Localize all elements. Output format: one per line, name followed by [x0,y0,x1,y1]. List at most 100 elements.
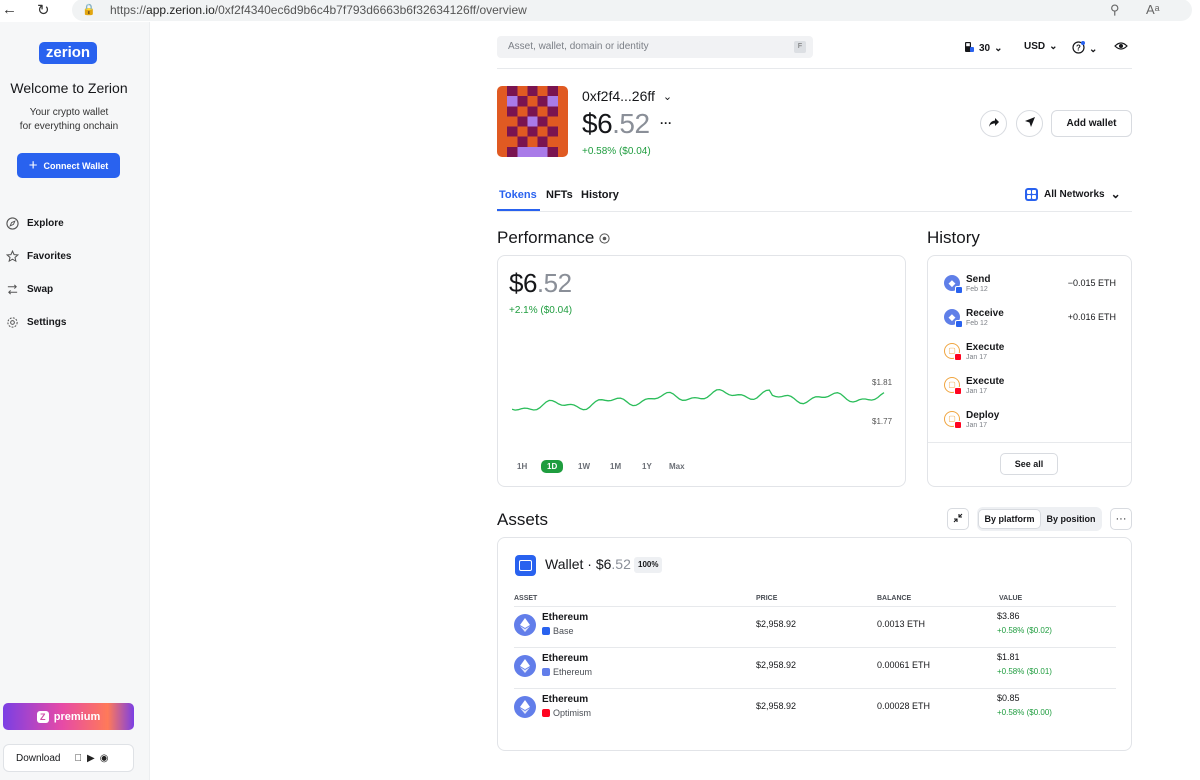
history-date: Feb 12 [966,320,988,327]
history-date: Feb 12 [966,286,988,293]
collapse-arrows-icon [953,513,963,526]
table-row[interactable]: Ethereum Optimism $2,958.92 0.00028 ETH … [514,689,1116,729]
table-row[interactable]: Ethereum Ethereum $2,958.92 0.00061 ETH … [514,648,1116,688]
welcome-line-2: for everything onchain [19,121,119,132]
chevron-down-icon: ⌄ [662,90,673,103]
network-selector[interactable]: All Networks ⌄ [1025,187,1121,201]
wallet-address-selector[interactable]: 0xf2f4...26ff ⌄ [582,88,672,104]
assets-title: Assets [497,510,549,529]
see-all-button[interactable]: See all [1000,453,1058,475]
history-amount: +0.016 ETH [1067,312,1116,322]
sidebar-item-label: Settings [27,316,67,328]
currency-value: USD [1024,41,1046,52]
by-position-option[interactable]: By position [1041,509,1101,529]
search-input[interactable]: Asset, wallet, domain or identity F [497,36,813,58]
range-1h[interactable]: 1H [517,462,527,471]
sidebar: zerion Welcome to Zerion Your crypto wal… [0,22,150,780]
help-icon: ? [1072,41,1085,57]
apple-icon[interactable]:  [74,753,82,764]
gas-pump-icon [964,41,975,56]
read-aloud-icon[interactable]: Aᵃ [1146,2,1160,17]
wallet-group-title: Wallet · $6.52 [545,556,631,572]
reload-icon[interactable]: ↻ [37,1,50,19]
plus-icon: + [28,156,38,174]
gear-icon [5,315,19,329]
tab-nfts[interactable]: NFTs [546,189,573,201]
history-date: Jan 17 [966,354,988,361]
by-platform-option[interactable]: By platform [978,509,1041,529]
ethereum-icon: ◆ [944,275,963,294]
network-selector-label: All Networks [1044,188,1105,200]
contract-icon: ▢ [944,377,962,395]
asset-value-change: +0.58% ($0.01) [997,667,1052,676]
history-item[interactable]: ◆ Receive Feb 12 +0.016 ETH [944,308,1116,333]
history-item[interactable]: ▢ Execute Jan 17 [944,376,1116,401]
performance-balance: $6.52 [509,268,572,298]
chevron-down-icon: ⌄ [994,43,1003,54]
history-item[interactable]: ◆ Send Feb 12 −0.015 ETH [944,274,1116,299]
download-button[interactable]: Download  ▶ ◉ [3,744,134,772]
sidebar-item-favorites[interactable]: Favorites [5,249,71,263]
range-1d[interactable]: 1D [541,460,564,473]
range-1y[interactable]: 1Y [642,462,652,471]
back-icon[interactable]: ← [2,1,17,18]
chrome-icon[interactable]: ◉ [100,753,109,764]
assets-more-button[interactable]: ··· [1110,508,1132,530]
assets-grouping-toggle: By platform By position [977,507,1102,531]
welcome-title: Welcome to Zerion [10,80,128,96]
asset-chain: Base [542,626,574,636]
sidebar-item-settings[interactable]: Settings [5,315,66,329]
chevron-down-icon: ⌄ [1049,41,1058,52]
contract-icon: ▢ [944,343,962,361]
wallet-avatar [497,86,568,157]
tab-tokens[interactable]: Tokens [499,189,537,201]
share-button[interactable] [980,110,1007,137]
add-wallet-button[interactable]: Add wallet [1051,110,1132,137]
asset-price: $2,958.92 [756,619,797,629]
range-1w[interactable]: 1W [578,462,590,471]
zoom-icon[interactable]: ⚲ [1110,2,1120,18]
performance-card: $6.52 +2.1% ($0.04) $1.81 $1.77 1H 1D 1W… [497,255,906,487]
range-1m[interactable]: 1M [610,462,621,471]
range-max[interactable]: Max [669,462,685,471]
history-item[interactable]: ▢ Deploy Jan 17 [944,410,1116,435]
collapse-button[interactable] [947,508,969,530]
history-type: Deploy [966,410,1000,421]
sidebar-item-explore[interactable]: Explore [5,216,64,230]
eye-icon[interactable] [1114,41,1128,51]
send-button[interactable] [1016,110,1043,137]
optimism-chain-icon [542,709,550,717]
asset-balance: 0.00061 ETH [877,660,931,670]
balance-more-button[interactable]: ··· [660,116,672,130]
tab-history[interactable]: History [581,189,619,201]
history-type: Execute [966,376,1005,387]
performance-chart[interactable] [512,386,892,422]
tabs-divider [497,211,1132,212]
premium-banner[interactable]: Z premium [3,703,134,730]
asset-name: Ethereum [542,694,589,705]
info-icon[interactable] [599,229,610,249]
base-chain-icon [542,627,550,635]
connect-wallet-button[interactable]: + Connect Wallet [17,153,120,178]
help-menu[interactable]: ? ⌄ [1072,41,1097,57]
asset-price: $2,958.92 [756,660,797,670]
networks-grid-icon [1025,187,1038,201]
sidebar-item-label: Favorites [27,250,72,262]
gas-selector[interactable]: 30 ⌄ [964,41,1003,56]
performance-title: Performance [497,228,610,249]
currency-selector[interactable]: USD ⌄ [1024,41,1058,52]
lock-icon[interactable]: 🔒 [82,3,96,16]
url-text[interactable]: https://app.zerion.io/0xf2f4340ec6d9b6c4… [110,3,527,17]
send-arrow-icon [1024,116,1036,131]
table-row[interactable]: Ethereum Base $2,958.92 0.0013 ETH $3.86… [514,607,1116,647]
ethereum-chain-icon [542,668,550,676]
history-type: Receive [966,308,1004,319]
star-icon [5,249,19,263]
asset-chain: Ethereum [542,667,592,677]
sidebar-item-swap[interactable]: Swap [5,282,53,296]
asset-value-change: +0.58% ($0.02) [997,626,1052,635]
zerion-logo[interactable]: zerion [39,42,97,64]
google-play-icon[interactable]: ▶ [87,753,95,764]
chevron-down-icon: ⌄ [1110,187,1121,201]
history-item[interactable]: ▢ Execute Jan 17 [944,342,1116,367]
